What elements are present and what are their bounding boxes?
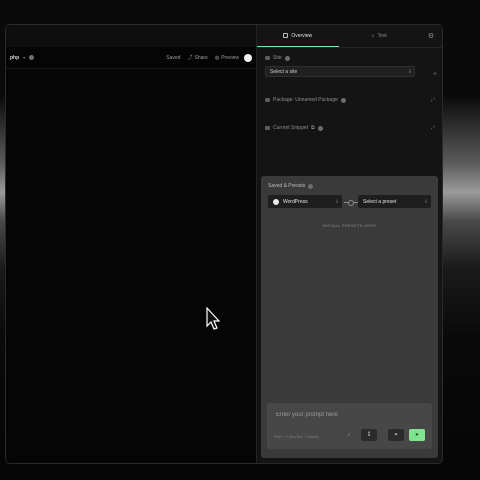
tools-button[interactable]: ⁑ — [361, 429, 377, 441]
tab-test-label: Test — [377, 33, 387, 39]
select-handle-icon: ⁝⁝ — [424, 198, 427, 205]
editor-toolbar: php ▾ Saved ⤴ Share ◍ Preview — [6, 47, 256, 69]
tab-overview-label: Overview — [291, 32, 313, 39]
tab-overview[interactable]: Overview — [257, 25, 339, 47]
send-icon: ➤ — [414, 432, 420, 438]
prompt-input[interactable] — [274, 411, 418, 419]
snippet-label: Current Snippet — [273, 125, 309, 131]
copy-icon[interactable]: ⧉ — [311, 125, 315, 131]
package-icon — [265, 98, 270, 102]
share-label: Share — [194, 54, 208, 61]
presets-panel: Saved & Presets WordPress ⁝⁝ Select a pr… — [261, 176, 438, 458]
select-handle-icon: ⁝⁝ — [408, 68, 411, 75]
info-icon — [29, 55, 35, 60]
wordpress-icon — [273, 198, 279, 205]
saved-label: Saved — [166, 54, 181, 61]
send-button[interactable]: ➤ — [409, 429, 425, 441]
search-icon[interactable]: ⌕ — [344, 429, 354, 441]
saved-status: Saved — [166, 55, 180, 61]
link-icon: ⚭ — [393, 432, 399, 438]
add-site-icon[interactable]: + — [433, 71, 437, 78]
site-header: Site — [265, 55, 435, 61]
tools-icon: ⁑ — [367, 432, 371, 438]
language-selector[interactable]: php — [10, 55, 19, 61]
sidebar-tabs: Overview ⌕ Test ⚙ — [257, 25, 442, 48]
preview-label: Preview — [221, 54, 239, 61]
snippet-section[interactable]: Current Snippet ⧉ ⤢ — [257, 125, 442, 131]
link-connector-icon — [344, 200, 358, 206]
editor-titlebar — [6, 25, 256, 47]
mouse-pointer-icon — [206, 307, 220, 330]
info-icon — [317, 125, 323, 131]
presets-title: Saved & Presets — [268, 183, 306, 189]
preset-select-label: Select a preset — [363, 198, 397, 205]
preview-toggle[interactable] — [244, 53, 252, 62]
platform-select[interactable]: WordPress ⁝⁝ — [268, 195, 342, 208]
share-icon: ⤴ — [187, 55, 193, 61]
prompt-box: Shift + ⏎ New line · 0 tokens ⌕ ⁑ ⚭ ➤ — [267, 403, 432, 449]
code-editor[interactable]: php ▾ Saved ⤴ Share ◍ Preview — [6, 25, 256, 463]
site-select[interactable]: Select a site ⁝⁝ — [265, 66, 415, 77]
settings-icon[interactable]: ⚙ — [420, 32, 442, 40]
info-icon — [284, 55, 290, 61]
preset-select[interactable]: Select a preset ⁝⁝ — [358, 195, 431, 208]
snippet-icon — [265, 126, 270, 130]
install-presets-link[interactable]: INSTALL PRESETS HERE — [261, 223, 438, 228]
package-label: Package: Unnamed Package — [273, 97, 338, 103]
presets-header: Saved & Presets — [268, 183, 314, 189]
attach-button[interactable]: ⚭ — [388, 429, 404, 441]
expand-icon[interactable]: ⤢ — [431, 97, 435, 103]
globe-icon: ◍ — [214, 54, 220, 61]
package-header: Package: Unnamed Package ⤢ — [265, 97, 435, 103]
chevron-down-icon: ▾ — [23, 55, 26, 60]
tab-test[interactable]: ⌕ Test — [339, 25, 421, 47]
site-section: Site Select a site ⁝⁝ + — [257, 55, 442, 78]
prompt-hint: Shift + ⏎ New line · 0 tokens — [274, 435, 319, 439]
site-icon — [265, 56, 270, 60]
test-icon: ⌕ — [371, 33, 375, 39]
snippet-header: Current Snippet ⧉ ⤢ — [265, 125, 435, 131]
site-select-value: Select a site — [270, 68, 298, 75]
expand-icon[interactable]: ⤢ — [431, 125, 435, 131]
preview-button[interactable]: ◍ Preview — [215, 55, 239, 61]
package-section[interactable]: Package: Unnamed Package ⤢ — [257, 97, 442, 103]
select-handle-icon: ⁝⁝ — [335, 198, 338, 205]
info-icon — [308, 183, 314, 189]
overview-icon — [283, 33, 289, 38]
info-icon — [340, 97, 346, 103]
share-button[interactable]: ⤴ Share — [187, 54, 208, 62]
site-label: Site — [273, 55, 282, 61]
platform-label: WordPress — [283, 198, 308, 205]
